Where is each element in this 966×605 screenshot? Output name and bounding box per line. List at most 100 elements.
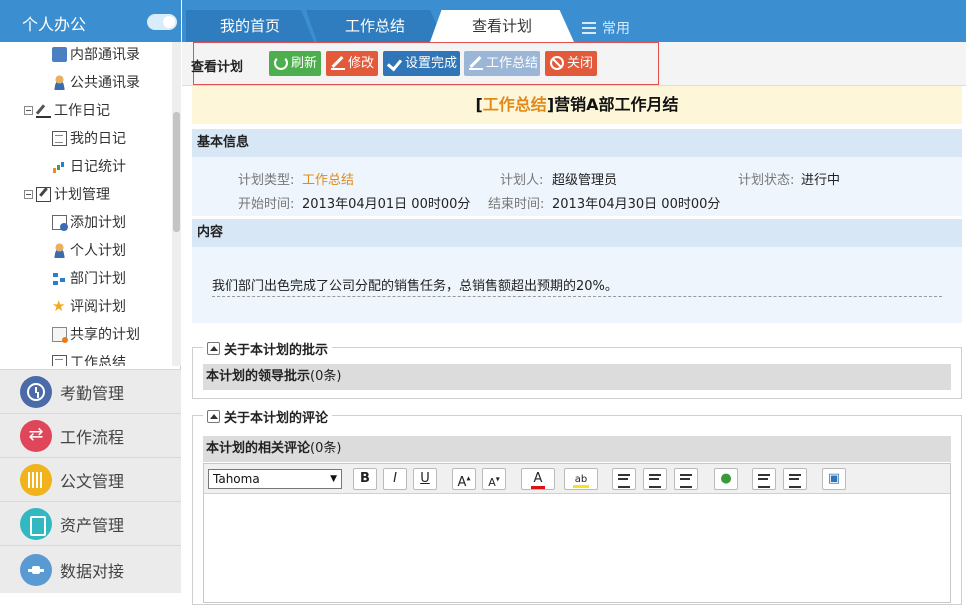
plan-type-label: 计划类型:	[238, 173, 295, 188]
workflow-icon	[20, 419, 52, 452]
module-attendance[interactable]: 考勤管理	[0, 369, 181, 413]
sidebar-scrollbar[interactable]	[172, 42, 181, 366]
tree-item-shared-plan[interactable]: 共享的计划	[52, 324, 140, 344]
underline-button[interactable]: U	[413, 468, 437, 490]
align-center-button[interactable]	[643, 468, 667, 490]
tree-item-diary-stats[interactable]: 日记统计	[52, 156, 126, 176]
work-summary-label: 工作总结	[486, 56, 539, 71]
tree-item-label: 工作日记	[54, 103, 110, 119]
tab-view-plan[interactable]: 查看计划	[430, 10, 574, 42]
module-label: 资产管理	[60, 515, 125, 535]
module-assets[interactable]: 资产管理	[0, 501, 181, 545]
collapse-icon[interactable]	[24, 105, 33, 115]
sidebar: 个人办公 内部通讯录 公共通讯录 工作日记 我的日记 日记统计 计划管理 添加计…	[0, 0, 181, 593]
tree-item-work-summary[interactable]: 工作总结	[52, 352, 126, 366]
document-icon	[20, 463, 52, 496]
editor-text-area[interactable]	[204, 495, 950, 602]
sidebar-toggle-switch[interactable]	[147, 14, 177, 30]
align-left-button[interactable]	[612, 468, 636, 490]
module-label: 考勤管理	[60, 383, 125, 403]
work-summary-button[interactable]: 工作总结	[464, 51, 540, 76]
approval-section: 关于本计划的批示 本计划的领导批示(0条)	[192, 339, 962, 399]
insert-image-button[interactable]: ▣	[822, 468, 846, 490]
collapse-icon[interactable]	[207, 410, 220, 423]
set-complete-label: 设置完成	[405, 56, 458, 71]
bold-icon: B	[360, 471, 370, 486]
increase-font-button[interactable]: A▴	[452, 468, 476, 490]
comment-editor: Tahoma B I U A▴ A▾ A ab ● ▣	[203, 463, 951, 603]
tab-common-menu[interactable]: 常用	[582, 18, 630, 38]
plan-owner-label: 计划人:	[500, 173, 544, 188]
italic-button[interactable]: I	[383, 468, 407, 490]
start-time-value: 2013年04月01日 00时00分	[302, 197, 471, 212]
tree-item-label: 计划管理	[54, 187, 110, 203]
align-right-button[interactable]	[674, 468, 698, 490]
tree-item-review-plan[interactable]: ★ 评阅计划	[52, 296, 126, 316]
tree-item-label: 评阅计划	[70, 299, 126, 315]
comments-legend-label: 关于本计划的评论	[224, 411, 329, 426]
tree-item-internal-contacts[interactable]: 内部通讯录	[52, 44, 140, 64]
tree-item-work-diary[interactable]: 工作日记	[24, 100, 110, 120]
tab-common-label: 常用	[602, 21, 630, 37]
tree-item-personal-plan[interactable]: 个人计划	[52, 240, 126, 260]
tree-item-department-plan[interactable]: 部门计划	[52, 268, 126, 288]
font-family-select[interactable]: Tahoma	[208, 469, 342, 489]
tree-item-label: 工作总结	[70, 355, 126, 366]
font-shrink-icon: A▾	[488, 474, 500, 489]
content-header: 内容	[192, 219, 962, 247]
approval-legend[interactable]: 关于本计划的批示	[203, 339, 333, 358]
sidebar-title: 个人办公	[22, 15, 87, 34]
tree-item-public-contacts[interactable]: 公共通讯录	[52, 72, 140, 92]
tree-item-plan-management[interactable]: 计划管理	[24, 184, 110, 204]
tree-item-label: 日记统计	[70, 159, 126, 175]
refresh-button[interactable]: 刷新	[269, 51, 321, 76]
ordered-list-button[interactable]	[752, 468, 776, 490]
tree-item-label: 公共通讯录	[70, 75, 140, 91]
approval-bar: 本计划的领导批示(0条)	[203, 364, 951, 390]
plan-type-value[interactable]: 工作总结	[302, 169, 354, 188]
insert-emoticon-button[interactable]: ●	[714, 468, 738, 490]
title-bracket-open: [	[475, 95, 483, 114]
image-icon: ▣	[827, 471, 841, 486]
comments-legend[interactable]: 关于本计划的评论	[203, 407, 333, 426]
plan-title-text: 营销A部工作月结	[554, 95, 679, 114]
approval-count: (0条)	[310, 369, 342, 384]
text-color-button[interactable]: A	[521, 468, 555, 490]
pencil-icon	[331, 56, 345, 70]
tree-item-label: 我的日记	[70, 131, 126, 147]
plan-status-label: 计划状态:	[738, 173, 795, 188]
close-button[interactable]: 关闭	[545, 51, 597, 76]
module-workflow[interactable]: 工作流程	[0, 413, 181, 457]
highlight-icon: ab	[572, 474, 590, 488]
check-icon	[388, 56, 402, 70]
basic-info-header: 基本信息	[192, 129, 962, 157]
unordered-list-button[interactable]	[783, 468, 807, 490]
module-data-link[interactable]: 数据对接	[0, 545, 181, 593]
set-complete-button[interactable]: 设置完成	[383, 51, 460, 76]
bar-chart-icon	[52, 159, 67, 174]
tree-item-my-diary[interactable]: 我的日记	[52, 128, 126, 148]
edit-button[interactable]: 修改	[326, 51, 378, 76]
tree-item-add-plan[interactable]: 添加计划	[52, 212, 126, 232]
pencil-icon	[36, 103, 51, 118]
close-label: 关闭	[567, 56, 594, 71]
scrollbar-thumb[interactable]	[173, 112, 180, 232]
tree-item-label: 个人计划	[70, 243, 126, 259]
share-icon	[52, 326, 68, 343]
tab-home[interactable]: 我的首页	[186, 10, 314, 42]
star-icon: ★	[52, 296, 66, 315]
collapse-icon[interactable]	[207, 342, 220, 355]
edit-icon	[36, 186, 51, 202]
collapse-icon[interactable]	[24, 189, 33, 199]
emoticon-icon: ●	[720, 471, 732, 486]
asset-icon	[20, 507, 52, 540]
decrease-font-button[interactable]: A▾	[482, 468, 506, 490]
plan-title: [工作总结]营销A部工作月结	[192, 86, 962, 124]
bold-button[interactable]: B	[353, 468, 377, 490]
module-documents[interactable]: 公文管理	[0, 457, 181, 501]
address-book-icon	[52, 46, 67, 62]
refresh-icon	[274, 56, 288, 70]
tab-work-summary[interactable]: 工作总结	[306, 10, 444, 42]
highlight-color-button[interactable]: ab	[564, 468, 598, 490]
end-time-label: 结束时间:	[488, 197, 545, 212]
